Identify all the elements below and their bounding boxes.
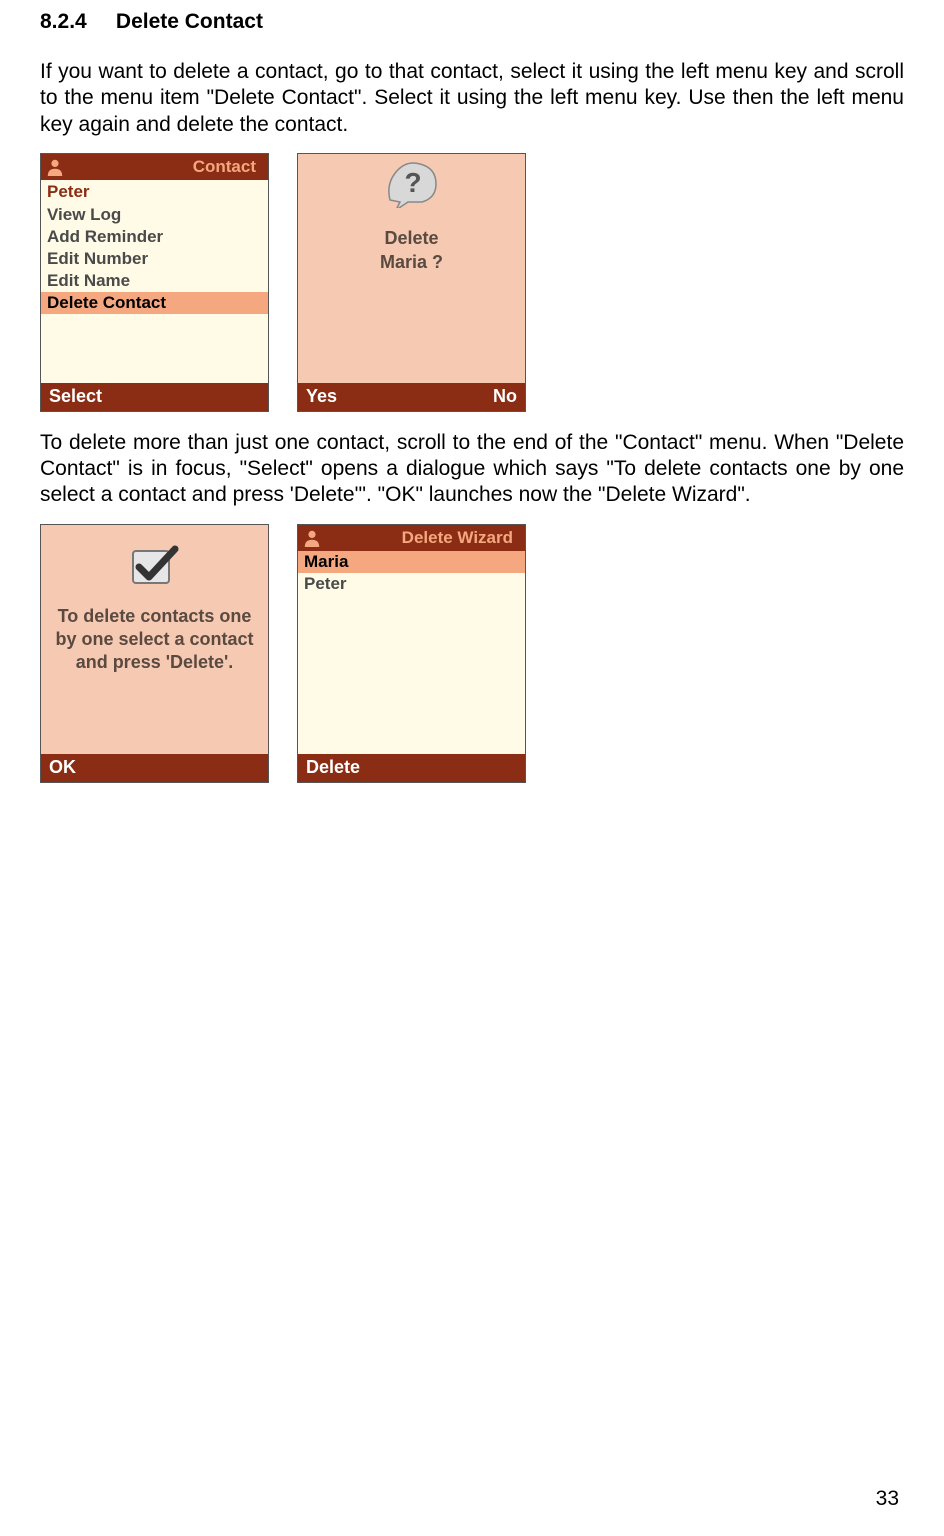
dialog-text: Delete Maria ? [380,226,443,275]
contact-name: Peter [41,180,268,204]
menu-item[interactable]: Add Reminder [41,226,268,248]
svg-text:?: ? [404,167,421,198]
softkey-left[interactable]: OK [49,757,76,778]
menu-list: Peter View Log Add Reminder Edit Number … [41,180,268,383]
menu-item[interactable]: Edit Number [41,248,268,270]
titlebar: Contact [41,154,268,180]
paragraph-2: To delete more than just one contact, sc… [40,430,904,509]
person-icon [45,157,65,177]
softkey-right[interactable]: No [493,386,517,407]
screenshot-row-2: To delete contacts one by one select a c… [40,524,904,783]
menu-item[interactable]: View Log [41,204,268,226]
softkey-bar: Yes No [298,383,525,411]
wizard-list: Maria Peter [298,551,525,754]
check-icon [131,545,179,587]
phone-screen-delete-wizard: Delete Wizard Maria Peter Delete [297,524,526,783]
screenshot-row-1: Contact Peter View Log Add Reminder Edit… [40,153,904,412]
paragraph-1: If you want to delete a contact, go to t… [40,59,904,138]
title-text: Delete Wizard [326,528,517,548]
page-number: 33 [876,1487,899,1511]
list-item[interactable]: Peter [298,573,525,595]
section-title: Delete Contact [116,10,263,33]
dialog-body: To delete contacts one by one select a c… [41,525,268,754]
softkey-bar: OK [41,754,268,782]
softkey-left[interactable]: Yes [306,386,337,407]
softkey-left[interactable]: Select [49,386,102,407]
question-icon: ? [386,160,438,208]
titlebar: Delete Wizard [298,525,525,551]
menu-item-selected[interactable]: Delete Contact [41,292,268,314]
softkey-bar: Delete [298,754,525,782]
info-text: To delete contacts one by one select a c… [41,605,268,675]
softkey-bar: Select [41,383,268,411]
section-heading: 8.2.4 Delete Contact [40,10,904,34]
phone-screen-info-dialog: To delete contacts one by one select a c… [40,524,269,783]
dialog-body: ? Delete Maria ? [298,154,525,383]
title-text: Contact [69,157,260,177]
phone-screen-delete-confirm: ? Delete Maria ? Yes No [297,153,526,412]
softkey-left[interactable]: Delete [306,757,360,778]
section-number: 8.2.4 [40,10,87,33]
person-icon [302,528,322,548]
phone-screen-contact-menu: Contact Peter View Log Add Reminder Edit… [40,153,269,412]
list-item-selected[interactable]: Maria [298,551,525,573]
menu-item[interactable]: Edit Name [41,270,268,292]
